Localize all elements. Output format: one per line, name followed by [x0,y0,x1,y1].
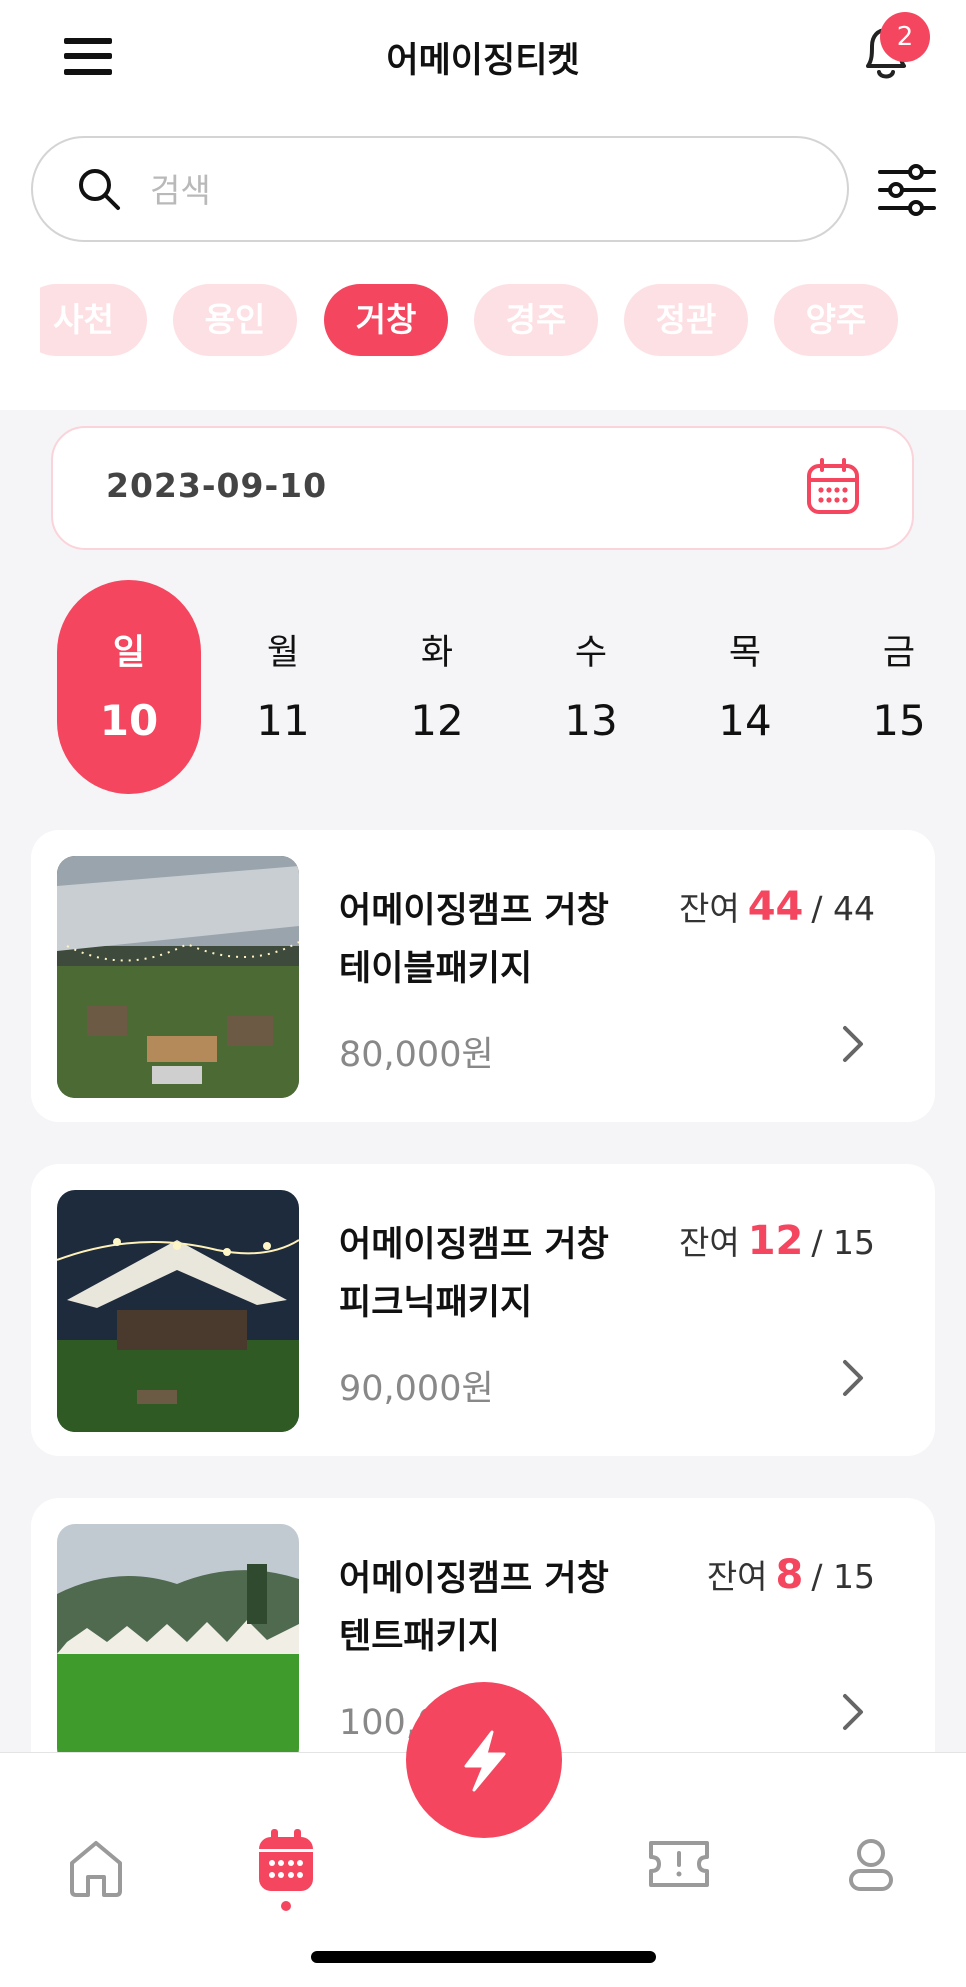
day-number: 15 [872,696,924,745]
day-name: 일 [112,633,146,673]
search-icon [76,166,122,212]
product-image [57,856,299,1098]
day-number: 10 [99,696,159,745]
product-name: 어메이징캠프 거창 테이블패키지 [339,891,609,989]
region-chip[interactable]: 용인 [173,284,297,356]
date-value: 2023-09-10 [106,466,328,505]
day-item[interactable]: 금 15 [827,580,924,794]
day-item-active[interactable]: 일 10 [57,580,201,794]
day-name: 화 [420,633,454,673]
product-image [57,1524,299,1766]
day-item[interactable]: 수 13 [519,580,663,794]
home-indicator [311,1951,656,1963]
product-name: 어메이징캠프 거창 텐트패키지 [339,1559,609,1657]
chevron-right-icon[interactable] [839,1692,869,1732]
profile-icon[interactable] [848,1837,894,1897]
filter-icon[interactable] [878,164,936,216]
active-indicator-dot [281,1901,291,1911]
page-title: 어메이징티켓 [386,41,580,81]
product-price: 80,000원 [339,1035,494,1075]
day-name: 금 [882,633,916,673]
product-card[interactable]: 어메이징캠프 거창 피크닉패키지 잔여 12/ 15 90,000원 [31,1164,935,1456]
region-chip[interactable]: 정관 [624,284,748,356]
region-chip[interactable]: 양주 [774,284,898,356]
region-chip[interactable]: 경주 [474,284,598,356]
day-name: 수 [574,633,608,673]
quick-action-button[interactable] [406,1682,562,1838]
chevron-right-icon[interactable] [839,1024,869,1064]
day-number: 11 [256,696,310,745]
lightning-icon [464,1730,506,1792]
ticket-icon[interactable] [647,1837,711,1895]
day-name: 목 [728,633,762,673]
remaining-count: 잔여 44/ 44 [678,884,875,930]
day-name: 월 [266,633,300,673]
day-item[interactable]: 목 14 [673,580,817,794]
day-number: 14 [718,696,772,745]
day-item[interactable]: 화 12 [365,580,509,794]
chevron-right-icon[interactable] [839,1358,869,1398]
region-chip[interactable]: 사천 [40,284,147,356]
week-selector: 일 10 월 11 화 12 수 13 목 14 금 15 [0,570,924,810]
remaining-count: 잔여 12/ 15 [678,1218,875,1264]
day-number: 12 [410,696,464,745]
search-input[interactable] [148,160,792,220]
product-price: 90,000원 [339,1369,494,1409]
menu-icon[interactable] [64,38,112,78]
notification-badge: 2 [880,12,930,62]
product-image [57,1190,299,1432]
day-item[interactable]: 월 11 [211,580,355,794]
home-icon[interactable] [66,1837,126,1903]
remaining-count: 잔여 8/ 15 [706,1552,875,1598]
calendar-icon[interactable] [257,1829,315,1897]
product-name: 어메이징캠프 거창 피크닉패키지 [339,1225,609,1323]
region-chip-active[interactable]: 거창 [324,284,448,356]
calendar-icon[interactable] [806,458,860,516]
region-chips: 사천 용인 거창 경주 정관 양주 [40,284,966,358]
product-card[interactable]: 어메이징캠프 거창 테이블패키지 잔여 44/ 44 80,000원 [31,830,935,1122]
day-number: 13 [564,696,618,745]
